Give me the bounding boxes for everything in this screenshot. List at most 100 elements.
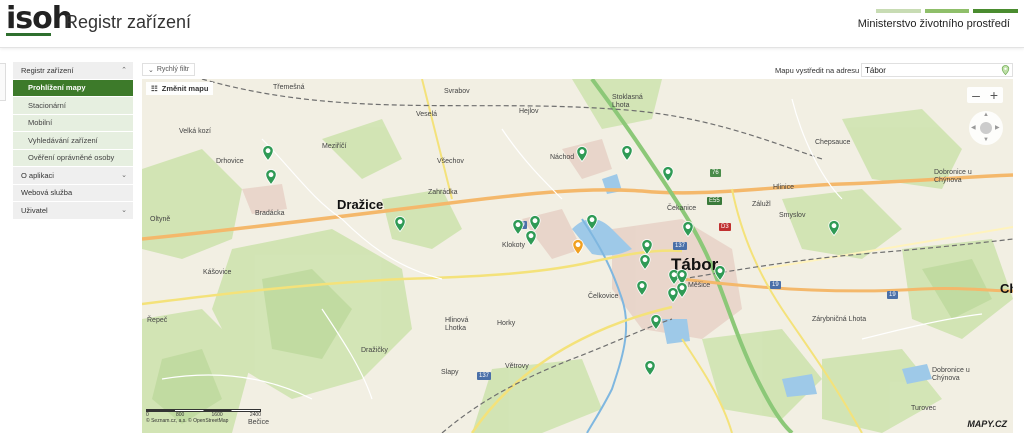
facility-marker-icon[interactable] — [576, 146, 588, 162]
facility-marker-icon[interactable] — [682, 221, 694, 237]
app-header: isoh Registr zařízení Ministerstvo život… — [0, 0, 1024, 48]
zoom-in-button[interactable]: + — [985, 87, 1003, 103]
layers-icon: ☷ — [151, 84, 158, 93]
sidebar-subitem-stacionarni[interactable]: Stacionární — [13, 97, 133, 115]
facility-marker-icon[interactable] — [262, 145, 274, 161]
collapsed-panel-tab[interactable] — [0, 63, 6, 101]
ministry-bar-1 — [876, 9, 921, 13]
map-base-layer — [142, 79, 1013, 433]
sidebar-item-uzivatel[interactable]: Uživatel ⌄ — [13, 202, 133, 220]
facility-marker-icon[interactable] — [662, 166, 674, 182]
map-label: Kášovice — [203, 269, 232, 276]
sidebar-item-label: O aplikaci — [21, 170, 54, 180]
sidebar-item-o-aplikaci[interactable]: O aplikaci ⌄ — [13, 167, 133, 185]
map-label: Bradácka — [255, 210, 285, 217]
sidebar-item-label: Registr zařízení — [21, 65, 74, 75]
zoom-controls: – + — [967, 87, 1003, 103]
map-label: Dražičky — [361, 347, 388, 354]
map-label: Hlinová Lhotka — [445, 317, 469, 332]
ministry-name[interactable]: Ministerstvo životního prostředí — [858, 18, 1010, 30]
zoom-out-button[interactable]: – — [967, 87, 985, 103]
map-label: Chepsauce — [815, 139, 851, 146]
location-pin-icon[interactable] — [1001, 65, 1010, 75]
facility-marker-icon[interactable] — [529, 215, 541, 231]
map-label: Náchod — [550, 154, 575, 161]
sidebar-subitem-vyhledavani[interactable]: Vyhledávání zařízení — [13, 132, 133, 150]
scale-tick: 2400 — [249, 412, 261, 418]
road-number: 137 — [673, 242, 688, 250]
facility-marker-icon[interactable] — [639, 254, 651, 270]
address-search-input[interactable] — [861, 63, 1013, 77]
ministry-bar-3 — [973, 9, 1019, 13]
road-number: D3 — [719, 223, 731, 231]
sidebar-nav: Registr zařízení ⌃ Prohlížení mapy Staci… — [13, 62, 133, 220]
map-label: Veselá — [416, 111, 438, 118]
map-label: Horky — [497, 320, 516, 327]
map-label: Řepeč — [147, 317, 168, 324]
facility-marker-icon[interactable] — [667, 287, 679, 303]
facility-marker-icon[interactable] — [644, 360, 656, 376]
pan-compass[interactable]: ▲ ▼ ◀ ▶ — [969, 111, 1003, 145]
sidebar-item-registr[interactable]: Registr zařízení ⌃ — [13, 62, 133, 80]
sidebar-subitem-mobilni[interactable]: Mobilní — [13, 114, 133, 132]
map-label: Ch — [1000, 281, 1013, 296]
map-label: Oltyně — [150, 216, 171, 223]
chevron-down-icon: ⌄ — [121, 172, 127, 180]
facility-marker-icon[interactable] — [641, 239, 653, 255]
map-label: Dobronice u Chýnova — [934, 169, 972, 184]
map-attribution[interactable]: © Seznam.cz, a.s. © OpenStreetMap — [146, 418, 261, 424]
sidebar-item-label: Uživatel — [21, 205, 48, 215]
pan-left-icon[interactable]: ◀ — [971, 124, 976, 131]
sidebar-item-label: Webová služba — [21, 188, 73, 198]
map-scale: 0 800 1600 2400 © Seznam.cz, a.s. © Open… — [146, 409, 261, 424]
map-label: Smyslov — [779, 212, 806, 219]
map-label: Velká kozí — [179, 128, 211, 135]
logo-underline — [6, 33, 51, 36]
road-number: 76 — [710, 169, 721, 177]
road-number: 19 — [770, 281, 781, 289]
road-number: 19 — [887, 291, 898, 299]
map-label: Čekanice — [667, 205, 697, 212]
pan-down-icon[interactable]: ▼ — [983, 137, 989, 143]
facility-marker-icon[interactable] — [394, 216, 406, 232]
map-label: Dražice — [337, 197, 384, 212]
quick-filter-toggle[interactable]: ⌄ Rychlý filtr — [142, 63, 196, 76]
map-label: Zálužl — [752, 201, 771, 208]
pan-right-icon[interactable]: ▶ — [995, 124, 1000, 131]
sidebar-subitem-prohlizeni[interactable]: Prohlížení mapy — [13, 79, 133, 97]
map-label: Hejlov — [519, 108, 539, 115]
sidebar-item-webova-sluzba[interactable]: Webová služba — [13, 184, 133, 202]
facility-marker-icon[interactable] — [621, 145, 633, 161]
facility-marker-icon[interactable] — [525, 230, 537, 246]
facility-marker-icon[interactable] — [828, 220, 840, 236]
sidebar-subitem-overeni[interactable]: Ověření oprávněné osoby — [13, 149, 133, 167]
map-label: Stoklasná Lhota — [612, 94, 643, 109]
map-label: Turovec — [911, 405, 937, 412]
pan-compass-knob[interactable] — [980, 122, 992, 134]
facility-marker-icon[interactable] — [265, 169, 277, 185]
mapy-cz-logo[interactable]: MAPY.CZ — [967, 419, 1007, 429]
ministry-bar-2 — [924, 9, 970, 13]
facility-marker-icon[interactable] — [714, 265, 726, 281]
pan-up-icon[interactable]: ▲ — [983, 112, 989, 118]
map-label: Zárybničná Lhota — [812, 316, 867, 323]
map-label: Větrovy — [505, 363, 529, 370]
facility-marker-icon[interactable] — [586, 214, 598, 230]
facility-marker-selected-icon[interactable] — [572, 239, 584, 255]
chevron-down-icon: ⌄ — [121, 207, 127, 215]
facility-marker-icon[interactable] — [512, 219, 524, 235]
change-map-button[interactable]: ☷ Změnit mapu — [146, 82, 214, 95]
map-view[interactable]: ☷ Změnit mapu – + ▲ ▼ ◀ ▶ Třemešná Svrab… — [142, 79, 1013, 433]
map-label: Klokoty — [502, 242, 525, 249]
facility-marker-icon[interactable] — [650, 314, 662, 330]
map-label: Hlinice — [773, 184, 795, 191]
road-number: 137 — [477, 372, 492, 380]
map-label: Třemešná — [273, 84, 305, 91]
facility-marker-icon[interactable] — [636, 280, 648, 296]
isoh-logo[interactable]: isoh — [6, 4, 73, 34]
map-label: Svrabov — [444, 88, 470, 95]
map-label: Slapy — [441, 369, 459, 376]
map-label: Čelkovice — [588, 293, 619, 300]
map-label: Zahrádka — [428, 189, 458, 196]
map-label: Drhovice — [216, 158, 244, 165]
